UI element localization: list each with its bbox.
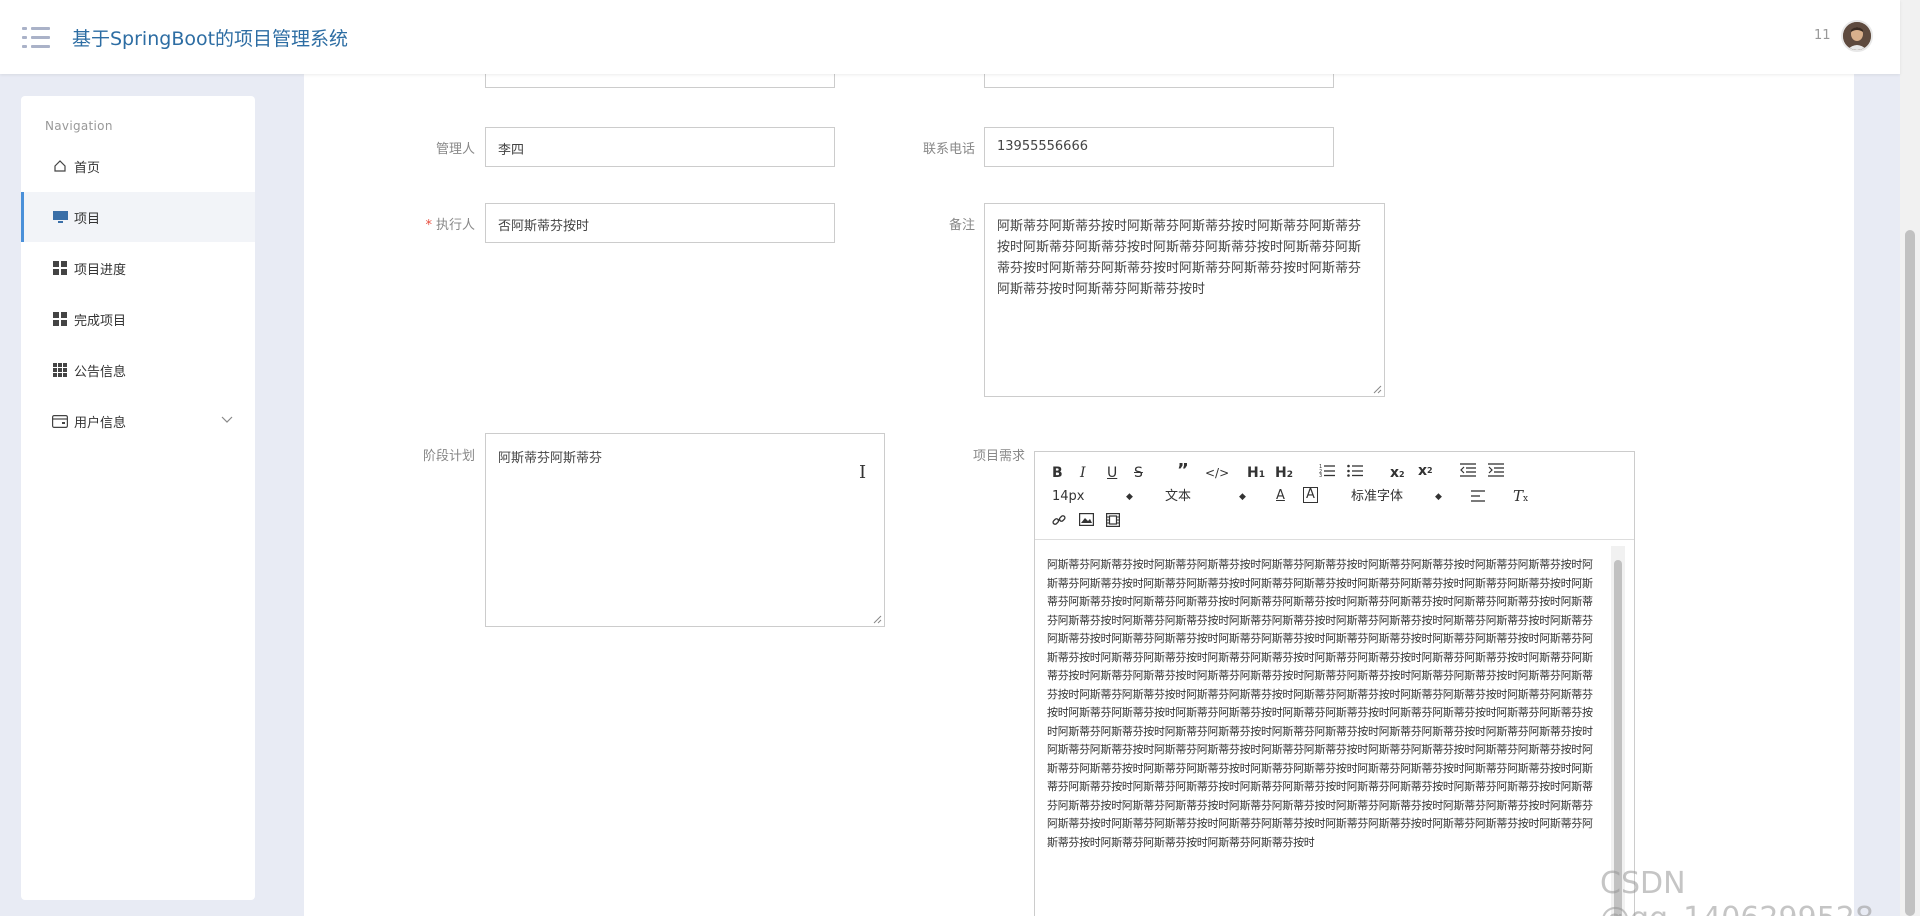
font-family-select[interactable]: 标准字体 (1351, 488, 1403, 506)
executor-field[interactable]: 否阿斯蒂芬按时 (485, 203, 835, 243)
sidebar: Navigation 首页 项目 项目进度 完成项目 公告信息 用户信息 (21, 96, 255, 900)
strikethrough-icon[interactable]: S (1134, 464, 1143, 482)
sidebar-item-label: 项目进度 (74, 262, 127, 278)
sidebar-item-home[interactable]: 首页 (21, 141, 255, 191)
heading1-icon[interactable]: H1 (1247, 464, 1265, 484)
heading2-icon[interactable]: H2 (1275, 464, 1293, 484)
sidebar-item-notice[interactable]: 公告信息 (21, 345, 255, 395)
watermark: CSDN @qq_1406299528 (1600, 866, 1874, 916)
background-color-icon[interactable]: A (1303, 487, 1318, 503)
paragraph-arrow-icon: ◆ (1239, 492, 1246, 502)
home-icon (52, 158, 68, 174)
window-scrollbar[interactable] (1900, 0, 1920, 916)
align-icon[interactable] (1471, 489, 1485, 507)
phone-field[interactable]: 13955556666 (984, 127, 1334, 167)
remark-text: 阿斯蒂芬阿斯蒂芬按时阿斯蒂芬阿斯蒂芬按时阿斯蒂芬阿斯蒂芬按时阿斯蒂芬阿斯蒂芬按时… (997, 219, 1362, 297)
paragraph-select[interactable]: 文本 (1165, 488, 1191, 506)
underline-icon[interactable]: U (1107, 464, 1117, 482)
svg-text:3: 3 (1319, 473, 1322, 477)
code-icon[interactable]: </> (1205, 464, 1229, 482)
remark-label: 备注 (948, 218, 975, 233)
sidebar-item-label: 用户信息 (74, 415, 127, 431)
user-id: 11 (1814, 28, 1831, 43)
resize-grip-icon[interactable] (1372, 384, 1382, 394)
font-family-arrow-icon: ◆ (1435, 492, 1442, 502)
text-cursor-icon: I (859, 462, 867, 483)
phone-label: 联系电话 (922, 142, 975, 157)
font-size-select[interactable]: 14px (1052, 488, 1085, 506)
nav-title: Navigation (45, 119, 113, 133)
required-mark: * (425, 218, 432, 233)
outdent-icon[interactable] (1460, 463, 1476, 482)
grid-icon (52, 260, 68, 276)
sidebar-item-label: 完成项目 (74, 313, 127, 329)
indent-icon[interactable] (1488, 463, 1504, 482)
ordered-list-icon[interactable]: 123 (1319, 463, 1335, 482)
menu-toggle-icon[interactable] (22, 27, 50, 49)
bullet-list-icon[interactable] (1347, 463, 1363, 482)
monitor-icon (52, 209, 68, 225)
stage-text: 阿斯蒂芬阿斯蒂芬 (498, 451, 603, 466)
quote-icon[interactable]: ” (1177, 462, 1189, 480)
editor-scrollbar[interactable] (1611, 546, 1625, 916)
sidebar-item-project[interactable]: 项目 (21, 192, 255, 242)
sidebar-item-label: 首页 (74, 160, 101, 176)
bold-icon[interactable]: B (1052, 464, 1063, 482)
italic-icon[interactable]: I (1080, 464, 1086, 482)
manager-label: 管理人 (435, 142, 475, 157)
requirement-label: 项目需求 (972, 449, 1025, 464)
clear-format-icon[interactable]: Tx (1513, 487, 1528, 508)
sidebar-item-progress[interactable]: 项目进度 (21, 243, 255, 293)
grid-icon (52, 311, 68, 327)
image-icon[interactable] (1079, 513, 1095, 531)
card-icon (52, 413, 68, 429)
apps-icon (52, 362, 68, 378)
font-size-arrow-icon: ◆ (1126, 492, 1133, 502)
rich-text-editor: B I U S ” </> H1 H2 123 x2 x2 14px ◆ 文本 … (1034, 451, 1635, 916)
sidebar-item-label: 公告信息 (74, 364, 127, 380)
link-icon[interactable] (1052, 513, 1066, 532)
chevron-down-icon (221, 413, 233, 428)
superscript-icon[interactable]: x2 (1418, 462, 1433, 480)
sidebar-item-user[interactable]: 用户信息 (21, 396, 255, 446)
executor-label: * 执行人 (410, 214, 475, 233)
brand-title: 基于SpringBoot的项目管理系统 (72, 28, 349, 50)
editor-toolbar: B I U S ” </> H1 H2 123 x2 x2 14px ◆ 文本 … (1035, 452, 1634, 540)
font-color-icon[interactable]: A (1276, 487, 1285, 505)
video-icon[interactable] (1106, 513, 1121, 532)
sidebar-item-completed[interactable]: 完成项目 (21, 294, 255, 344)
executor-label-text: 执行人 (435, 218, 475, 233)
sidebar-item-label: 项目 (74, 211, 101, 227)
remark-textarea[interactable]: 阿斯蒂芬阿斯蒂芬按时阿斯蒂芬阿斯蒂芬按时阿斯蒂芬阿斯蒂芬按时阿斯蒂芬阿斯蒂芬按时… (984, 203, 1385, 397)
top-header: 基于SpringBoot的项目管理系统 11 (0, 0, 1900, 74)
resize-grip-icon[interactable] (872, 614, 882, 624)
editor-content[interactable]: 阿斯蒂芬阿斯蒂芬按时阿斯蒂芬阿斯蒂芬按时阿斯蒂芬阿斯蒂芬按时阿斯蒂芬阿斯蒂芬按时… (1047, 556, 1595, 916)
stage-textarea[interactable]: 阿斯蒂芬阿斯蒂芬 (485, 433, 885, 627)
stage-label: 阶段计划 (422, 449, 475, 464)
subscript-icon[interactable]: x2 (1390, 464, 1405, 484)
manager-field[interactable]: 李四 (485, 127, 835, 167)
avatar[interactable] (1841, 20, 1873, 52)
